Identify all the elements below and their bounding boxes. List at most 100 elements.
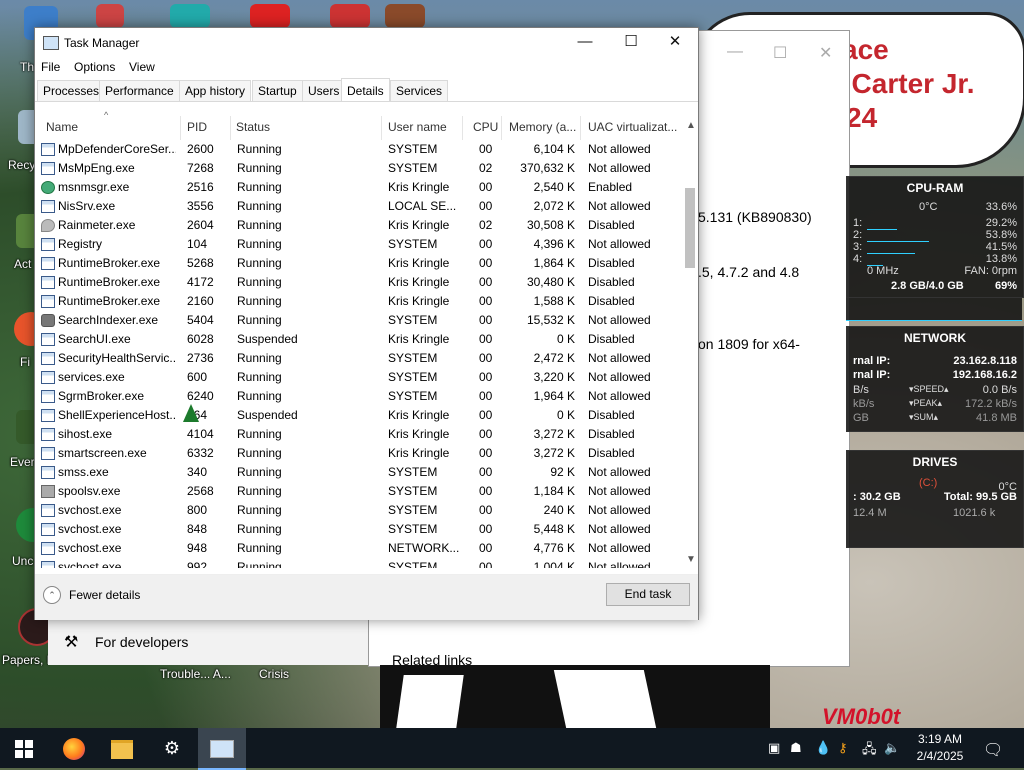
process-app-icon bbox=[41, 295, 55, 308]
cell-name: spoolsv.exe bbox=[58, 484, 121, 498]
tray-key-icon[interactable]: ⚷ bbox=[838, 740, 848, 756]
scroll-up-icon[interactable]: ▲ bbox=[686, 120, 696, 131]
minimize-button[interactable]: — bbox=[562, 28, 608, 58]
cell-name: RuntimeBroker.exe bbox=[58, 275, 161, 289]
table-row[interactable]: SgrmBroker.exe 6240 Running SYSTEM 00 1,964 K… bbox=[35, 387, 680, 406]
table-row[interactable]: SearchIndexer.exe 5404 Running SYSTEM 00 15,5… bbox=[35, 311, 680, 330]
table-row[interactable]: spoolsv.exe 2568 Running SYSTEM 00 1,184 K Not… bbox=[35, 482, 680, 501]
table-row[interactable]: SearchUI.exe 6028 Suspended Kris Kringle 00 0… bbox=[35, 330, 680, 349]
table-row[interactable]: NisSrv.exe 3556 Running LOCAL SE... 00 2,072 … bbox=[35, 197, 680, 216]
tab-users[interactable]: Users bbox=[302, 80, 346, 101]
table-row[interactable]: ShellExperienceHost... 164 Suspended Kris K… bbox=[35, 406, 680, 425]
for-developers-item[interactable]: ⚒ For developers bbox=[48, 620, 368, 665]
column-cpu[interactable]: CPU bbox=[473, 120, 498, 134]
cell-uac: Not allowed bbox=[588, 541, 651, 555]
file-explorer-taskbar-icon[interactable] bbox=[98, 728, 146, 768]
task-manager-titlebar[interactable]: Task Manager — ☐ ✕ bbox=[35, 28, 698, 58]
cloud-text-2: l Carter Jr. bbox=[836, 68, 975, 99]
column-uac[interactable]: UAC virtualizat... bbox=[588, 120, 677, 134]
desktop-top-icon-b[interactable] bbox=[170, 4, 210, 28]
tab-app-history[interactable]: App history bbox=[179, 80, 252, 101]
scroll-thumb[interactable] bbox=[685, 188, 695, 268]
desktop-top-icon-e[interactable] bbox=[385, 4, 425, 28]
desktop-top-icon-c[interactable] bbox=[250, 4, 290, 28]
table-row[interactable]: svchost.exe 800 Running SYSTEM 00 240 K Not al… bbox=[35, 501, 680, 520]
desktop-icon-ever-label: Ever bbox=[10, 455, 35, 469]
chevron-up-icon[interactable]: ⌃ bbox=[43, 586, 61, 604]
cell-cpu: 02 bbox=[479, 218, 493, 232]
table-row[interactable]: RuntimeBroker.exe 5268 Running Kris Kringle… bbox=[35, 254, 680, 273]
table-row[interactable]: svchost.exe 848 Running SYSTEM 00 5,448 K Not … bbox=[35, 520, 680, 539]
column-pid[interactable]: PID bbox=[187, 120, 207, 134]
table-row[interactable]: sihost.exe 4104 Running Kris Kringle 00 3,272… bbox=[35, 425, 680, 444]
tray-network-icon[interactable]: 🖧 bbox=[862, 740, 877, 762]
table-row[interactable]: MsMpEng.exe 7268 Running SYSTEM 02 370,632 K N… bbox=[35, 159, 680, 178]
column-memory[interactable]: Memory (a... bbox=[509, 120, 576, 134]
tray-rainmeter-icon[interactable]: 💧 bbox=[815, 740, 831, 756]
table-row[interactable]: smartscreen.exe 6332 Running Kris Kringle 00… bbox=[35, 444, 680, 463]
column-user-name[interactable]: User name bbox=[388, 120, 447, 134]
desktop-top-icon-d[interactable] bbox=[330, 4, 370, 28]
task-manager-taskbar-icon[interactable] bbox=[198, 728, 246, 770]
sum-label: ▾SUM▴ bbox=[909, 412, 939, 422]
close-button[interactable]: ✕ bbox=[652, 28, 698, 58]
tab-services[interactable]: Services bbox=[390, 80, 449, 101]
settings-close-icon[interactable]: ✕ bbox=[819, 43, 832, 63]
table-row[interactable]: RuntimeBroker.exe 2160 Running Kris Kringle… bbox=[35, 292, 680, 311]
tab-processes[interactable]: Processes bbox=[37, 80, 106, 101]
maximize-button[interactable]: ☐ bbox=[608, 28, 654, 58]
desktop-icon-act-label: Act bbox=[14, 257, 32, 271]
cpu-total: 33.6% bbox=[985, 201, 1017, 213]
tab-performance[interactable]: Performance bbox=[99, 80, 180, 101]
tab-details[interactable]: Details bbox=[341, 78, 390, 101]
table-row[interactable]: Rainmeter.exe 2604 Running Kris Kringle 02 30… bbox=[35, 216, 680, 235]
desktop-top-icon-a[interactable] bbox=[96, 4, 124, 28]
menu-view[interactable]: View bbox=[129, 60, 155, 74]
core-2-label: 2: bbox=[853, 229, 863, 241]
settings-taskbar-icon[interactable]: ⚙ bbox=[148, 728, 196, 768]
taskbar-clock[interactable]: 3:19 AM 2/4/2025 bbox=[905, 731, 975, 765]
process-gear-icon bbox=[41, 314, 55, 327]
settings-line-3: on 1809 for x64- bbox=[698, 336, 800, 352]
cell-uac: Disabled bbox=[588, 294, 635, 308]
settings-minimize-icon[interactable]: — bbox=[727, 43, 743, 61]
scroll-down-icon[interactable]: ▼ bbox=[686, 554, 696, 565]
menu-file[interactable]: File bbox=[41, 60, 60, 74]
tray-people-icon[interactable]: ☗ bbox=[790, 740, 802, 756]
table-row[interactable]: services.exe 600 Running SYSTEM 00 3,220 K Not… bbox=[35, 368, 680, 387]
table-row[interactable]: RuntimeBroker.exe 4172 Running Kris Kringle… bbox=[35, 273, 680, 292]
desktop-label-trouble[interactable]: Trouble... A... bbox=[160, 667, 231, 681]
cpu-freq: 0 MHz bbox=[867, 265, 899, 277]
task-manager-title: Task Manager bbox=[64, 36, 140, 50]
fewer-details-link[interactable]: Fewer details bbox=[69, 588, 140, 602]
task-manager-footer: ⌃ Fewer details End task bbox=[35, 574, 698, 620]
firefox-taskbar-icon[interactable] bbox=[50, 728, 98, 768]
tab-startup[interactable]: Startup bbox=[252, 80, 303, 101]
cell-name: sihost.exe bbox=[58, 427, 113, 441]
table-row[interactable]: svchost.exe 948 Running NETWORK... 00 4,776 K… bbox=[35, 539, 680, 558]
column-name[interactable]: Name bbox=[46, 120, 78, 134]
cell-status: Running bbox=[237, 484, 282, 498]
end-task-button[interactable]: End task bbox=[606, 583, 690, 606]
table-row[interactable]: Registry 104 Running SYSTEM 00 4,396 K Not all… bbox=[35, 235, 680, 254]
cell-pid: 4172 bbox=[187, 275, 214, 289]
table-row[interactable]: SecurityHealthServic... 2736 Running SYSTEM… bbox=[35, 349, 680, 368]
notification-icon[interactable]: 🗨 bbox=[983, 740, 1003, 760]
vertical-scrollbar[interactable]: ▲ ▼ bbox=[682, 114, 698, 569]
desktop-label-crisis[interactable]: Crisis bbox=[259, 667, 289, 681]
settings-maximize-icon[interactable]: ☐ bbox=[773, 43, 787, 63]
cell-name: services.exe bbox=[58, 370, 125, 384]
rainmeter-network: NETWORK rnal IP: 23.162.8.118 rnal IP: 192… bbox=[846, 326, 1024, 432]
table-row[interactable]: svchost.exe 992 Running SYSTEM 00 1,004 K Not … bbox=[35, 558, 680, 568]
drive-total: Total: 99.5 GB bbox=[943, 491, 1017, 503]
table-row[interactable]: MpDefenderCoreSer... 2600 Running SYSTEM 00 6… bbox=[35, 140, 680, 159]
table-row[interactable]: smss.exe 340 Running SYSTEM 00 92 K Not allowe… bbox=[35, 463, 680, 482]
cell-name: SgrmBroker.exe bbox=[58, 389, 145, 403]
process-drop-icon bbox=[41, 219, 55, 232]
tray-volume-icon[interactable]: 🔈 bbox=[884, 740, 900, 756]
menu-options[interactable]: Options bbox=[74, 60, 115, 74]
column-status[interactable]: Status bbox=[236, 120, 270, 134]
table-row[interactable]: msnmsgr.exe 2516 Running Kris Kringle 00 2,54… bbox=[35, 178, 680, 197]
start-button[interactable] bbox=[0, 728, 48, 768]
tray-window-icon[interactable]: ▣ bbox=[768, 740, 780, 756]
